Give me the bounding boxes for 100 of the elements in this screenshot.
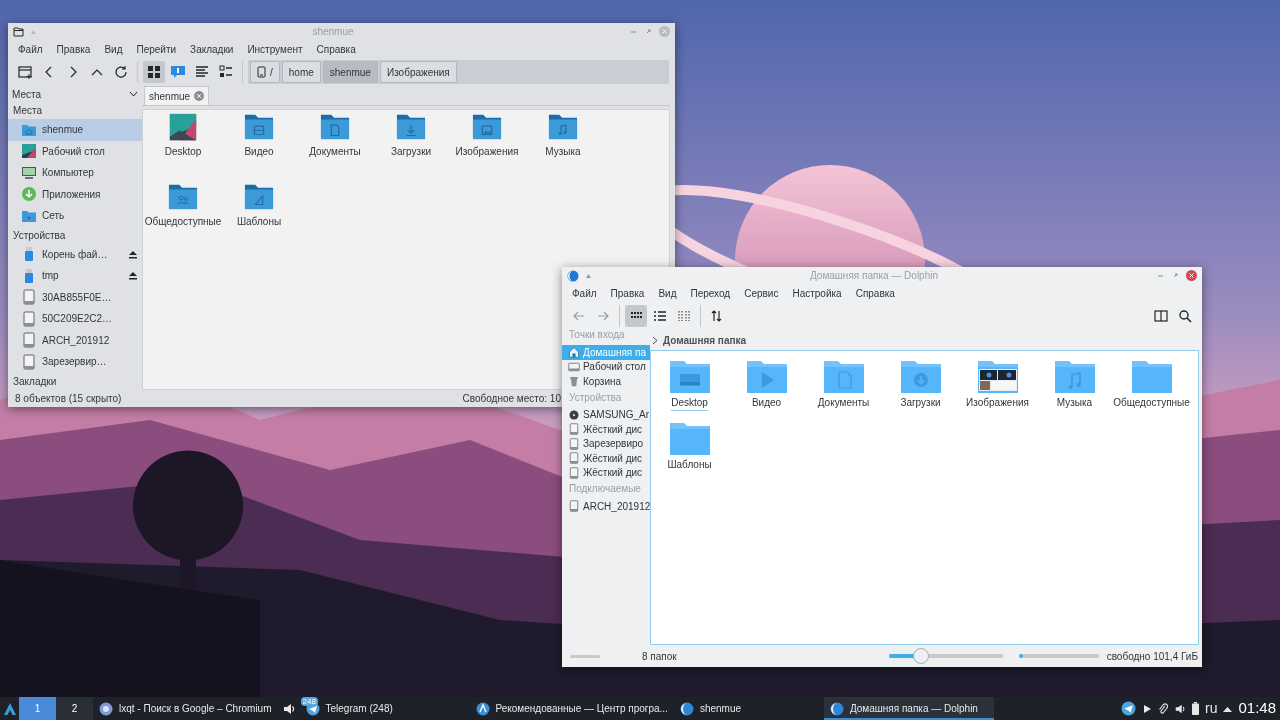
- path-button[interactable]: /: [250, 61, 280, 83]
- paper-plane-icon[interactable]: [1121, 701, 1136, 716]
- folder-icon: [244, 183, 274, 211]
- file-name[interactable]: Загрузки: [900, 395, 941, 410]
- menu-item[interactable]: Правка: [49, 41, 98, 57]
- file-name[interactable]: Загрузки: [390, 144, 432, 159]
- keyboard-layout[interactable]: ru: [1205, 698, 1218, 719]
- view-mode-button[interactable]: [143, 61, 165, 83]
- file-name[interactable]: Desktop: [164, 144, 202, 159]
- sidebar-item[interactable]: Сеть: [8, 205, 142, 227]
- file-name[interactable]: Видео: [244, 144, 274, 159]
- task-button[interactable]: Домашняя папка — Dolphin: [823, 697, 994, 720]
- play-icon[interactable]: [1142, 703, 1152, 714]
- path-button[interactable]: home: [281, 61, 321, 83]
- split-view-icon: [1153, 308, 1169, 324]
- file-name[interactable]: Шаблоны: [667, 457, 712, 472]
- file-name[interactable]: Изображения: [966, 395, 1029, 410]
- section-header: Подключаемые: [568, 482, 642, 496]
- path-button[interactable]: Изображения: [379, 61, 457, 83]
- section-header: Устройства: [12, 228, 67, 243]
- side-pane-label: Места: [12, 87, 42, 102]
- menu-item[interactable]: Вид: [651, 285, 684, 301]
- sidebar-item[interactable]: Рабочий стол: [562, 359, 650, 374]
- paperclip-icon[interactable]: [1158, 702, 1168, 715]
- sidebar-item[interactable]: Приложения: [8, 183, 142, 205]
- folder-icon: [821, 360, 866, 394]
- compact-list-icon: [218, 64, 234, 80]
- sidebar-item[interactable]: Жёсткий дис: [562, 451, 650, 466]
- task-button[interactable]: 248 Telegram (248): [299, 697, 470, 720]
- close-icon[interactable]: [194, 91, 205, 101]
- task-button[interactable]: Рекомендованные — Центр програ...: [469, 697, 674, 720]
- breadcrumb[interactable]: Домашняя папка: [663, 332, 747, 348]
- desktop-switch-button[interactable]: 1: [19, 697, 56, 720]
- close-icon[interactable]: [1186, 270, 1197, 281]
- sidebar-item[interactable]: Компьютер: [8, 162, 142, 184]
- menu-item[interactable]: Переход: [683, 285, 738, 301]
- sidebar-item[interactable]: ARCH_201912: [8, 329, 142, 351]
- sidebar-item[interactable]: SAMSUNG_Ar: [562, 407, 650, 422]
- file-name[interactable]: Музыка: [545, 144, 581, 159]
- sidebar-item[interactable]: shenmue: [8, 119, 142, 141]
- drive-icon: [568, 360, 580, 373]
- sidebar-item[interactable]: Рабочий стол: [8, 140, 142, 162]
- file-name[interactable]: Документы: [309, 144, 361, 159]
- grid-icon: [146, 64, 162, 80]
- maximize-icon[interactable]: [644, 27, 653, 36]
- maximize-icon[interactable]: [1171, 271, 1180, 280]
- path-button[interactable]: shenmue: [322, 61, 378, 83]
- eject-icon[interactable]: [128, 249, 138, 259]
- view-mode-button[interactable]: [625, 305, 647, 327]
- sidebar-item[interactable]: Жёсткий дис: [562, 465, 650, 480]
- speaker-icon[interactable]: [281, 701, 296, 716]
- menu-item[interactable]: Справка: [309, 41, 363, 57]
- dolphin-logo-icon[interactable]: [567, 269, 579, 282]
- file-name[interactable]: Desktop: [671, 395, 708, 411]
- file-name[interactable]: Видео: [751, 395, 782, 410]
- folder-icon: [667, 360, 712, 394]
- side-pane-selector[interactable]: Места: [8, 86, 142, 102]
- sidebar-item[interactable]: Корзина: [562, 374, 650, 389]
- file-name[interactable]: Документы: [817, 395, 870, 410]
- menu-item[interactable]: Закладки: [183, 41, 241, 57]
- menu-item[interactable]: Сервис: [737, 285, 786, 301]
- menu-item[interactable]: Правка: [603, 285, 652, 301]
- menu-item[interactable]: Настройка: [785, 285, 849, 301]
- desktop-switch-button[interactable]: 2: [56, 697, 93, 720]
- file-name[interactable]: Общедоступные: [1113, 395, 1190, 410]
- folder-icon: [244, 113, 274, 141]
- file-name[interactable]: Общедоступные: [144, 214, 222, 229]
- folder-icon: [1052, 360, 1097, 394]
- menu-item[interactable]: Файл: [565, 285, 604, 301]
- file-name[interactable]: Шаблоны: [236, 214, 282, 229]
- eject-icon[interactable]: [128, 271, 138, 281]
- menu-item[interactable]: Перейти: [129, 41, 184, 57]
- clock[interactable]: 01:48: [1238, 697, 1276, 720]
- menu-item[interactable]: Файл: [11, 41, 50, 57]
- menu-item[interactable]: Вид: [97, 41, 130, 57]
- folder-icon[interactable]: [13, 26, 24, 37]
- sidebar-item[interactable]: Зарезервиро: [562, 436, 650, 451]
- sidebar-item[interactable]: Жёсткий дис: [562, 422, 650, 437]
- file-name[interactable]: Музыка: [1056, 395, 1093, 410]
- speaker-icon[interactable]: [1174, 702, 1186, 715]
- sidebar-item[interactable]: ARCH_201912: [562, 499, 650, 514]
- battery-icon[interactable]: [1192, 702, 1199, 715]
- disc-icon: [568, 408, 580, 421]
- sidebar-item[interactable]: 30AB855F0E…: [8, 286, 142, 308]
- menu-item[interactable]: Инструмент: [240, 41, 310, 57]
- task-button[interactable]: shenmue: [673, 697, 824, 720]
- tab[interactable]: shenmue: [144, 86, 210, 105]
- sidebar-item[interactable]: Зарезервир…: [8, 351, 142, 373]
- sidebar-item[interactable]: tmp: [8, 265, 142, 287]
- sidebar-item[interactable]: Корень фай…: [8, 243, 142, 265]
- file-name[interactable]: Изображения: [455, 144, 519, 159]
- task-button[interactable]: lxqt - Поиск в Google – Chromium: [93, 697, 278, 720]
- sidebar-item[interactable]: 50C209E2C2…: [8, 308, 142, 330]
- chevron-down-icon: [129, 91, 138, 97]
- caret-up-icon[interactable]: [1223, 705, 1233, 712]
- folder-icon: [472, 113, 502, 141]
- drive-icon: [568, 500, 580, 513]
- folder-icon: [396, 113, 426, 141]
- section-header: Места: [12, 104, 44, 118]
- menu-item[interactable]: Справка: [848, 285, 902, 301]
